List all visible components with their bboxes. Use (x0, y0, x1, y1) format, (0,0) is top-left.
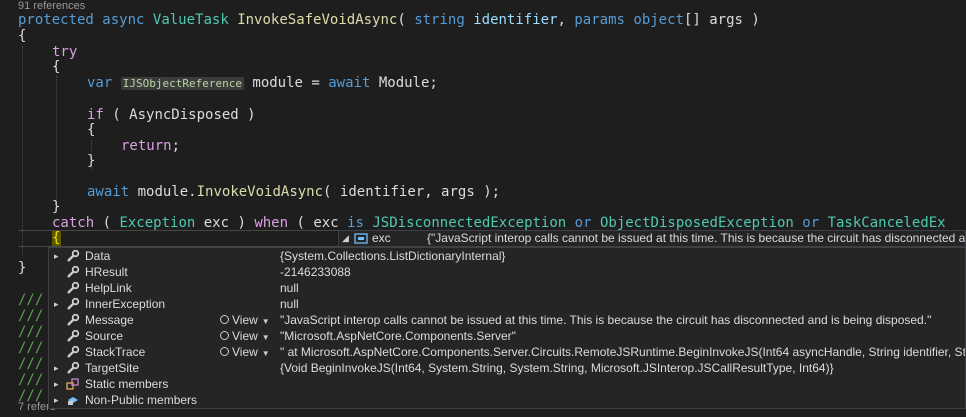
datatip-members-list[interactable]: ▸ Data {System.Collections.ListDictionar… (48, 247, 966, 409)
expand-arrow-icon[interactable]: ▸ (54, 248, 63, 264)
member-name: Data (85, 249, 111, 263)
member-name: Static members (85, 377, 169, 391)
member-value[interactable]: "Microsoft.AspNetCore.Components.Server" (280, 328, 516, 344)
wrench-icon (66, 329, 80, 342)
member-value[interactable]: null (280, 296, 299, 312)
datatip-header[interactable]: ◢ exc {"JavaScript interop calls cannot … (338, 230, 966, 247)
dropdown-arrow-icon[interactable]: ▼ (262, 317, 270, 326)
code-line-return: return; (121, 138, 181, 154)
static-members-icon (66, 378, 80, 390)
code-line-if: if ( AsyncDisposed ) (87, 107, 256, 123)
member-name: HelpLink (85, 281, 132, 295)
code-line: } (18, 260, 27, 276)
collapse-arrow-icon[interactable]: ◢ (342, 231, 349, 246)
datatip-row-message[interactable]: Message View ▼ "JavaScript interop calls … (49, 312, 965, 328)
member-name: StackTrace (85, 345, 146, 359)
expand-arrow-icon[interactable]: ▸ (54, 392, 63, 408)
references-codelens[interactable]: 91 references (18, 0, 85, 12)
wrench-icon (66, 313, 80, 326)
doc-comment: /// (18, 356, 44, 372)
datatip-row-source[interactable]: Source View ▼ "Microsoft.AspNetCore.Compo… (49, 328, 965, 344)
indent-guide (22, 46, 23, 256)
member-name: InnerException (85, 297, 166, 311)
magnifier-icon (220, 347, 229, 356)
wrench-icon (66, 297, 80, 310)
matched-brace: { (52, 230, 61, 246)
member-name: HResult (85, 265, 128, 279)
expand-arrow-icon[interactable]: ▸ (54, 376, 63, 392)
code-line: } (87, 153, 96, 169)
code-line-await: await module.InvokeVoidAsync( identifier… (87, 184, 501, 200)
expand-arrow-icon[interactable]: ▸ (54, 360, 63, 376)
doc-comment: /// (18, 308, 44, 324)
code-line-try: try (52, 44, 78, 60)
datatip-row-data[interactable]: ▸ Data {System.Collections.ListDictionar… (49, 248, 965, 264)
datatip-row-stacktrace[interactable]: StackTrace View ▼ " at Microsoft.AspNetCo… (49, 344, 965, 360)
wrench-icon (66, 265, 80, 278)
member-name: Message (85, 313, 134, 327)
dropdown-arrow-icon[interactable]: ▼ (262, 349, 270, 358)
doc-comment: /// (18, 324, 44, 340)
code-line: { (18, 28, 27, 44)
code-line-catch: catch ( Exception exc ) when ( exc is JS… (52, 215, 946, 231)
magnifier-icon (220, 331, 229, 340)
wrench-icon (66, 249, 80, 262)
member-name: Non-Public members (85, 393, 198, 407)
datatip-row-hresult[interactable]: HResult -2146233088 (49, 264, 965, 280)
datatip-row-nonpublic-members[interactable]: ▸ Non-Public members (49, 392, 965, 408)
member-value[interactable]: null (280, 280, 299, 296)
member-name: Source (85, 329, 124, 343)
wrench-icon (66, 361, 80, 374)
member-value[interactable]: {Void BeginInvokeJS(Int64, System.String… (280, 360, 834, 376)
indent-guide (56, 76, 57, 206)
datatip-row-static-members[interactable]: ▸ Static members (49, 376, 965, 392)
datatip-variable-value[interactable]: {"JavaScript interop calls cannot be iss… (427, 231, 965, 246)
code-line-signature: protected async ValueTask InvokeSafeVoid… (18, 12, 760, 28)
member-value[interactable]: " at Microsoft.AspNetCore.Components.Ser… (280, 344, 965, 360)
dropdown-arrow-icon[interactable]: ▼ (262, 333, 270, 342)
type-hint: IJSObjectReference (120, 77, 244, 90)
doc-comment: /// (18, 340, 44, 356)
magnifier-icon (220, 315, 229, 324)
datatip-row-targetsite[interactable]: ▸ TargetSite {Void BeginInvokeJS(Int64, … (49, 360, 965, 376)
code-line: } (52, 199, 61, 215)
code-line: { (52, 59, 61, 75)
expand-arrow-icon[interactable]: ▸ (54, 296, 63, 312)
code-line-var: var IJSObjectReference module = await Mo… (87, 75, 438, 91)
datatip-variable-name: exc (372, 231, 391, 245)
code-line: { (87, 122, 96, 138)
lock-members-icon (66, 394, 80, 406)
datatip-row-innerexception[interactable]: ▸ InnerException null (49, 296, 965, 312)
wrench-icon (66, 281, 80, 294)
member-value[interactable]: {System.Collections.ListDictionaryIntern… (280, 248, 505, 264)
wrench-icon (66, 345, 80, 358)
doc-comment: /// (18, 292, 44, 308)
local-variable-icon (354, 233, 368, 246)
doc-comment: /// (18, 372, 44, 388)
member-value[interactable]: -2146233088 (280, 264, 351, 280)
member-name: TargetSite (85, 361, 140, 375)
member-value[interactable]: "JavaScript interop calls cannot be issu… (280, 312, 931, 328)
datatip-row-helplink[interactable]: HelpLink null (49, 280, 965, 296)
